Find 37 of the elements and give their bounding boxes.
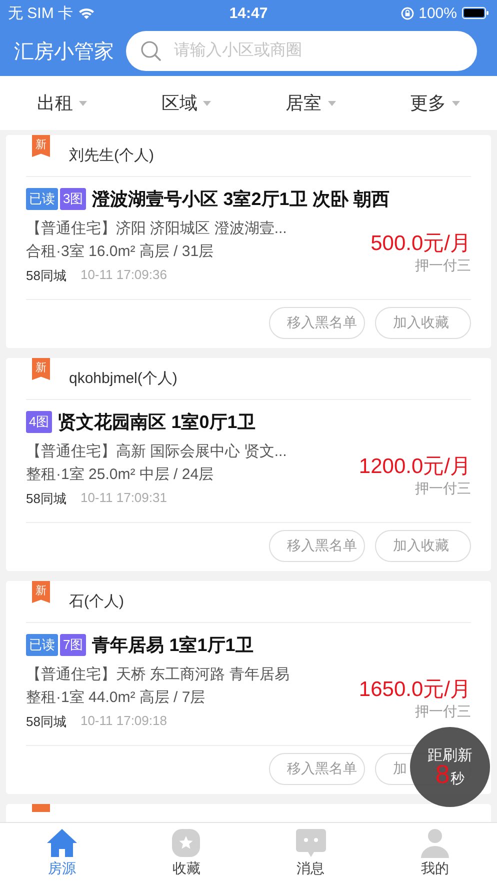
deposit-text: 押一付三: [415, 480, 471, 498]
timer-unit: 秒: [450, 770, 465, 788]
details-text: 合租·3室 16.0m² 高层 / 31层: [26, 242, 215, 261]
details-text: 整租·1室 44.0m² 高层 / 7层: [26, 688, 206, 707]
read-tag: 已读: [26, 188, 58, 210]
source-text: 58同城: [26, 267, 66, 285]
clock-text: 14:47: [229, 4, 268, 22]
listing-title: 青年居易 1室1厅1卫: [92, 634, 254, 657]
new-ribbon: 新: [32, 358, 50, 380]
deposit-text: 押一付三: [415, 703, 471, 721]
post-time: 10-11 17:09:31: [80, 490, 167, 507]
battery-percent: 100%: [418, 4, 457, 22]
photo-count-tag: 3图: [60, 188, 86, 210]
owner-name: 石(个人): [69, 592, 124, 611]
photo-count-tag: 4图: [26, 411, 52, 433]
details-text: 整租·1室 25.0m² 中层 / 24层: [26, 465, 215, 484]
listing-title: 澄波湖壹号小区 3室2厅1卫 次卧 朝西: [92, 188, 390, 211]
post-time: 10-11 17:09:18: [80, 713, 167, 730]
price-text: 1650.0元/月: [358, 677, 471, 703]
new-ribbon: 新: [32, 135, 50, 157]
deposit-text: 押一付三: [415, 257, 471, 275]
address-text: 【普通住宅】济阳 济阳城区 澄波湖壹...: [26, 219, 287, 238]
address-text: 【普通住宅】高新 国际会展中心 贤文...: [26, 442, 287, 461]
new-ribbon: 新: [32, 581, 50, 603]
read-tag: 已读: [26, 634, 58, 656]
address-text: 【普通住宅】天桥 东工商河路 青年居易: [26, 665, 290, 684]
post-time: 10-11 17:09:36: [80, 267, 167, 284]
owner-name: 刘先生(个人): [69, 146, 154, 165]
source-text: 58同城: [26, 490, 66, 508]
photo-count-tag: 7图: [60, 634, 86, 656]
listing-title: 贤文花园南区 1室0厅1卫: [58, 411, 256, 434]
source-text: 58同城: [26, 713, 66, 731]
app-title: 汇房小管家: [14, 40, 114, 64]
price-text: 1200.0元/月: [358, 454, 471, 480]
price-text: 500.0元/月: [370, 231, 471, 257]
carrier-text: 无 SIM 卡: [8, 4, 74, 22]
owner-name: qkohbjmel(个人): [69, 369, 178, 388]
